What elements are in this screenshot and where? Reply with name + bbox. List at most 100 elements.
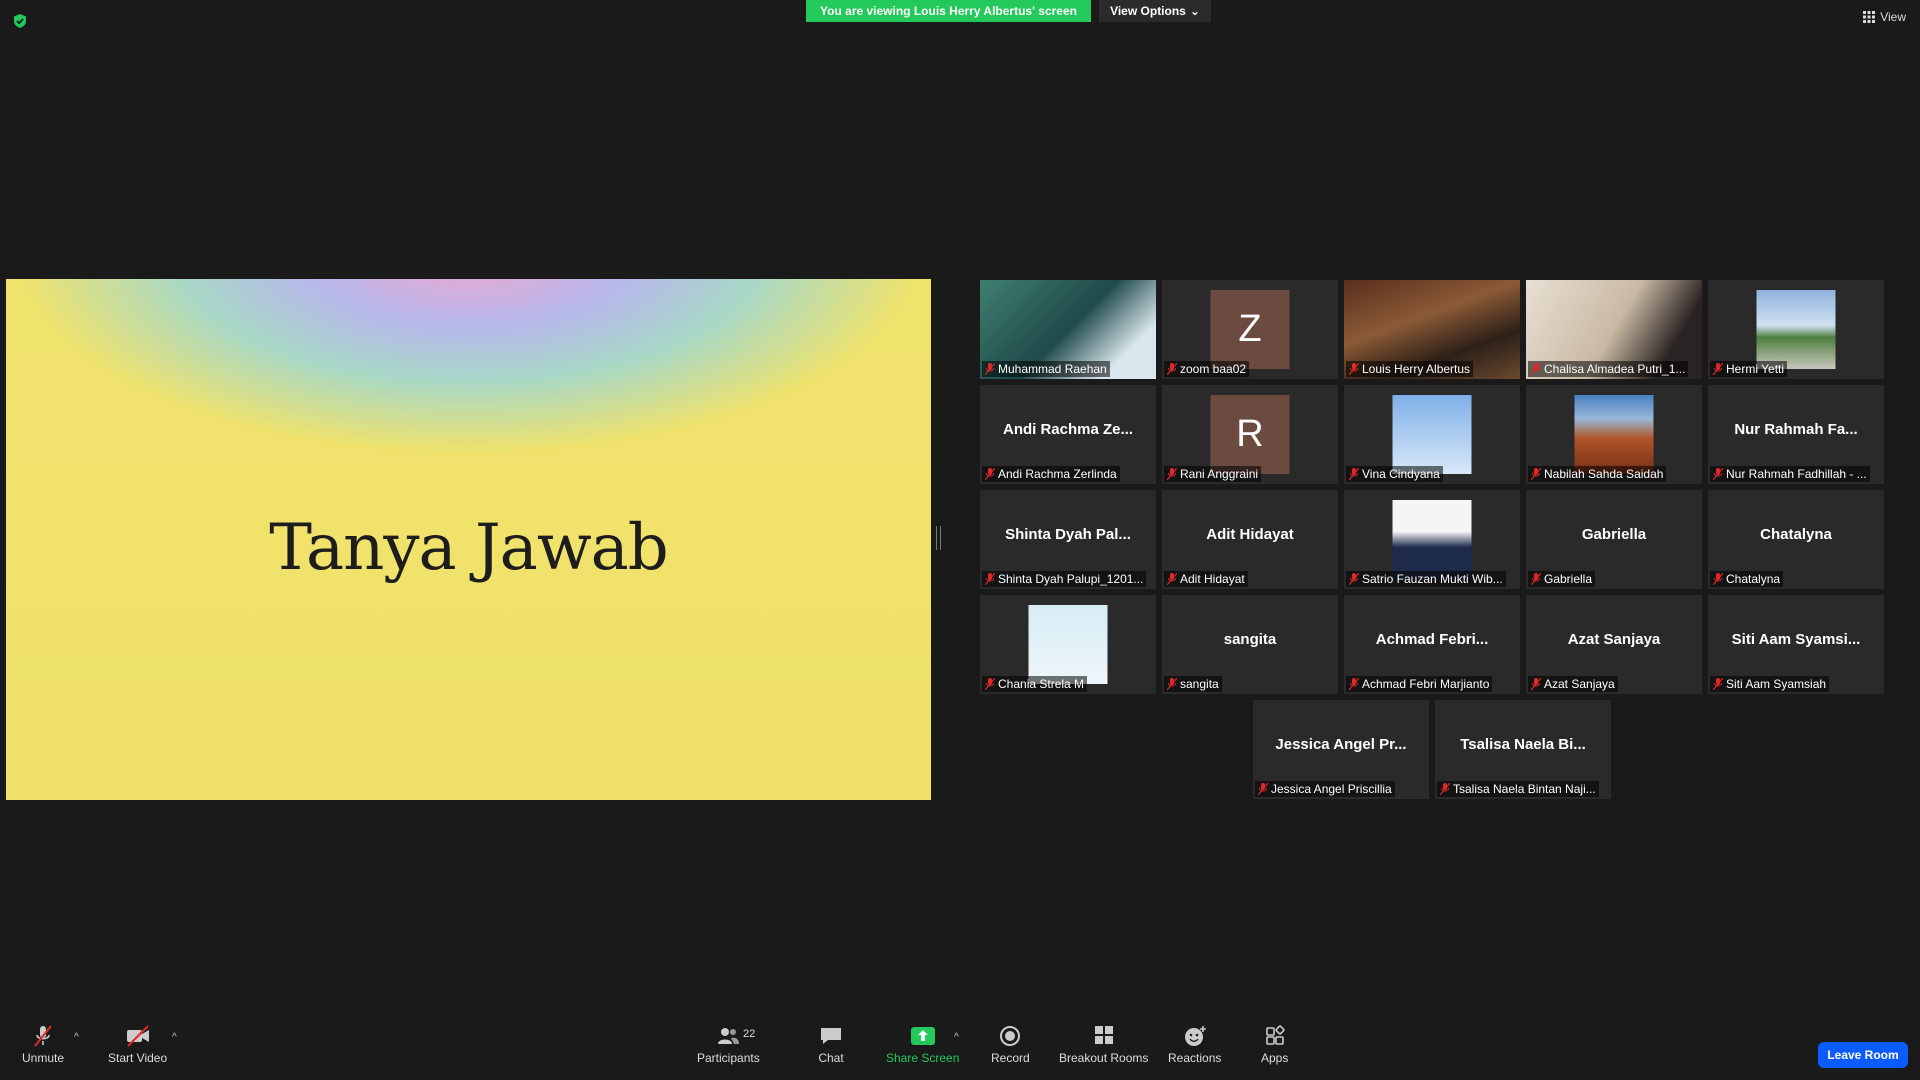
participant-tile[interactable]: Nur Rahmah Fa... Nur Rahmah Fadhillah - .…	[1708, 385, 1884, 484]
participant-name: Rani Anggraini	[1180, 467, 1259, 481]
participant-name-label: Nur Rahmah Fadhillah - ...	[1710, 466, 1870, 482]
record-button[interactable]: Record	[991, 1024, 1030, 1065]
participant-tile[interactable]: Chalisa Almadea Putri_1...	[1526, 280, 1702, 379]
participant-name: Chalisa Almadea Putri_1...	[1544, 362, 1686, 376]
resize-handle[interactable]	[936, 526, 941, 550]
muted-mic-icon	[985, 468, 995, 480]
muted-mic-icon	[1167, 468, 1177, 480]
muted-mic-icon	[985, 678, 995, 690]
view-button[interactable]: View	[1863, 10, 1906, 24]
participant-tile[interactable]: Achmad Febri... Achmad Febri Marjianto	[1344, 595, 1520, 694]
view-options-button[interactable]: View Options ⌄	[1099, 0, 1211, 22]
participant-name: Satrio Fauzan Mukti Wib...	[1362, 572, 1503, 586]
muted-mic-icon	[985, 573, 995, 585]
participant-display-name: Nur Rahmah Fa...	[1734, 421, 1858, 438]
participant-name-label: Louis Herry Albertus	[1346, 361, 1474, 377]
share-screen-label: Share Screen	[886, 1051, 960, 1065]
participant-tile[interactable]: Tsalisa Naela Bi... Tsalisa Naela Bintan …	[1435, 700, 1611, 799]
participant-name-label: Chania Strela M	[982, 676, 1088, 692]
shared-screen: Tanya Jawab	[6, 279, 931, 800]
meeting-toolbar: Unmute ^ Start Video ^ Participants 22 C…	[0, 1018, 1920, 1080]
participant-name: Shinta Dyah Palupi_1201...	[998, 572, 1144, 586]
participant-name: Siti Aam Syamsiah	[1726, 677, 1827, 691]
muted-mic-icon	[1167, 573, 1177, 585]
video-options-caret-icon[interactable]: ^	[172, 1032, 177, 1043]
muted-mic-icon	[1531, 468, 1541, 480]
start-video-button[interactable]: Start Video	[108, 1024, 167, 1065]
avatar-letter: Z	[1210, 290, 1290, 369]
participant-name: Gabriella	[1544, 572, 1593, 586]
participant-name: Nur Rahmah Fadhillah - ...	[1726, 467, 1867, 481]
muted-mic-icon	[1713, 573, 1723, 585]
chat-button[interactable]: Chat	[818, 1024, 844, 1065]
participant-tile[interactable]: Chania Strela M	[980, 595, 1156, 694]
participant-display-name: Jessica Angel Pr...	[1275, 736, 1407, 753]
participant-name-label: Nabilah Sahda Saidah	[1528, 466, 1667, 482]
participant-name: Andi Rachma Zerlinda	[998, 467, 1117, 481]
reactions-button[interactable]: Reactions	[1168, 1024, 1221, 1065]
participant-tile[interactable]: Jessica Angel Pr... Jessica Angel Priscil…	[1253, 700, 1429, 799]
participant-name: Louis Herry Albertus	[1362, 362, 1471, 376]
security-shield-icon[interactable]	[12, 13, 28, 29]
participant-name-label: Rani Anggraini	[1164, 466, 1262, 482]
breakout-rooms-icon	[1094, 1026, 1113, 1044]
leave-room-button[interactable]: Leave Room	[1818, 1042, 1908, 1068]
participant-tile[interactable]: Azat Sanjaya Azat Sanjaya	[1526, 595, 1702, 694]
participant-tile[interactable]: sangita sangita	[1162, 595, 1338, 694]
avatar-photo	[1574, 395, 1654, 474]
audio-options-caret-icon[interactable]: ^	[74, 1032, 79, 1043]
apps-label: Apps	[1261, 1051, 1289, 1065]
participant-tile[interactable]: Adit Hidayat Adit Hidayat	[1162, 490, 1338, 589]
participant-name: Chania Strela M	[998, 677, 1085, 691]
unmute-button[interactable]: Unmute	[22, 1024, 64, 1065]
participant-tile[interactable]: Muhammad Raehan	[980, 280, 1156, 379]
participant-tile[interactable]: Hermi Yetti	[1708, 280, 1884, 379]
participant-name: Hermi Yetti	[1726, 362, 1785, 376]
participant-tile[interactable]: Gabriella Gabriella	[1526, 490, 1702, 589]
record-icon	[1000, 1026, 1021, 1046]
participants-count: 22	[743, 1028, 756, 1040]
participant-tile[interactable]: Louis Herry Albertus	[1344, 280, 1520, 379]
participant-name: Adit Hidayat	[1180, 572, 1245, 586]
participant-tile[interactable]: Vina Cindyana	[1344, 385, 1520, 484]
participant-tile[interactable]: Siti Aam Syamsi... Siti Aam Syamsiah	[1708, 595, 1884, 694]
participant-name-label: Muhammad Raehan	[982, 361, 1110, 377]
participant-name-label: Shinta Dyah Palupi_1201...	[982, 571, 1147, 587]
breakout-rooms-button[interactable]: Breakout Rooms	[1059, 1024, 1148, 1065]
muted-mic-icon	[1258, 783, 1268, 795]
avatar-photo	[1756, 290, 1836, 369]
participant-name-label: Tsalisa Naela Bintan Naji...	[1437, 781, 1599, 797]
participant-display-name: Adit Hidayat	[1206, 526, 1294, 543]
participant-display-name: Chatalyna	[1760, 526, 1832, 543]
muted-mic-icon	[1531, 363, 1541, 375]
participant-display-name: sangita	[1223, 631, 1277, 648]
muted-mic-icon	[1713, 678, 1723, 690]
participant-name-label: Chalisa Almadea Putri_1...	[1528, 361, 1689, 377]
participant-tile[interactable]: Andi Rachma Ze... Andi Rachma Zerlinda	[980, 385, 1156, 484]
participant-tile[interactable]: Nabilah Sahda Saidah	[1526, 385, 1702, 484]
participant-name-label: Hermi Yetti	[1710, 361, 1788, 377]
participant-tile[interactable]: Zzoom baa02	[1162, 280, 1338, 379]
participant-tile[interactable]: Shinta Dyah Pal... Shinta Dyah Palupi_120…	[980, 490, 1156, 589]
view-label: View	[1880, 10, 1906, 24]
muted-mic-icon	[1349, 363, 1359, 375]
participant-display-name: Gabriella	[1581, 526, 1647, 543]
reactions-label: Reactions	[1168, 1051, 1222, 1065]
muted-mic-icon	[1713, 468, 1723, 480]
participant-tile[interactable]: Chatalyna Chatalyna	[1708, 490, 1884, 589]
muted-mic-icon	[1349, 468, 1359, 480]
reactions-icon	[1184, 1026, 1206, 1046]
microphone-muted-icon	[34, 1025, 52, 1047]
apps-button[interactable]: Apps	[1261, 1024, 1288, 1065]
chat-label: Chat	[818, 1051, 844, 1065]
participant-name-label: Chatalyna	[1710, 571, 1784, 587]
muted-mic-icon	[1167, 678, 1177, 690]
share-options-caret-icon[interactable]: ^	[954, 1032, 959, 1043]
participant-name-label: Andi Rachma Zerlinda	[982, 466, 1120, 482]
avatar-photo	[1392, 500, 1472, 579]
share-screen-button[interactable]: Share Screen	[886, 1024, 959, 1065]
participant-tile[interactable]: R Rani Anggraini	[1162, 385, 1338, 484]
avatar-letter: R	[1210, 395, 1290, 474]
participant-tile[interactable]: Satrio Fauzan Mukti Wib...	[1344, 490, 1520, 589]
avatar-photo	[1028, 605, 1108, 684]
